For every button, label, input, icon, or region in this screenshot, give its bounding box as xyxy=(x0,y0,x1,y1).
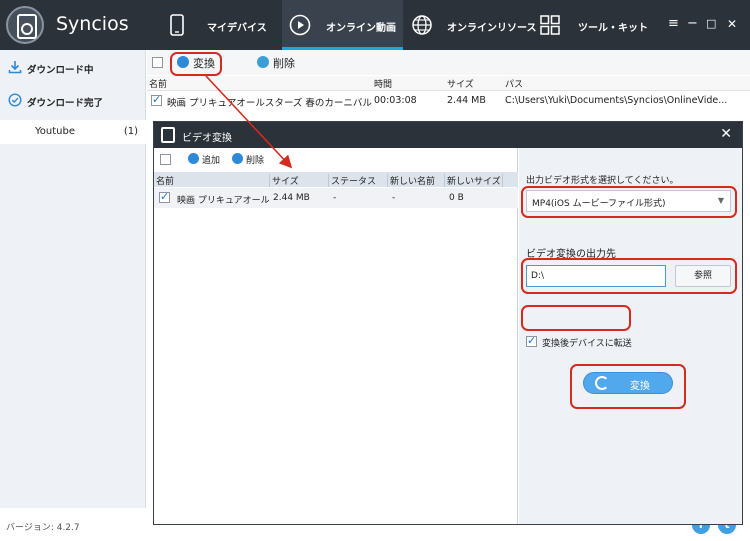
annotation-arrow xyxy=(205,75,293,169)
